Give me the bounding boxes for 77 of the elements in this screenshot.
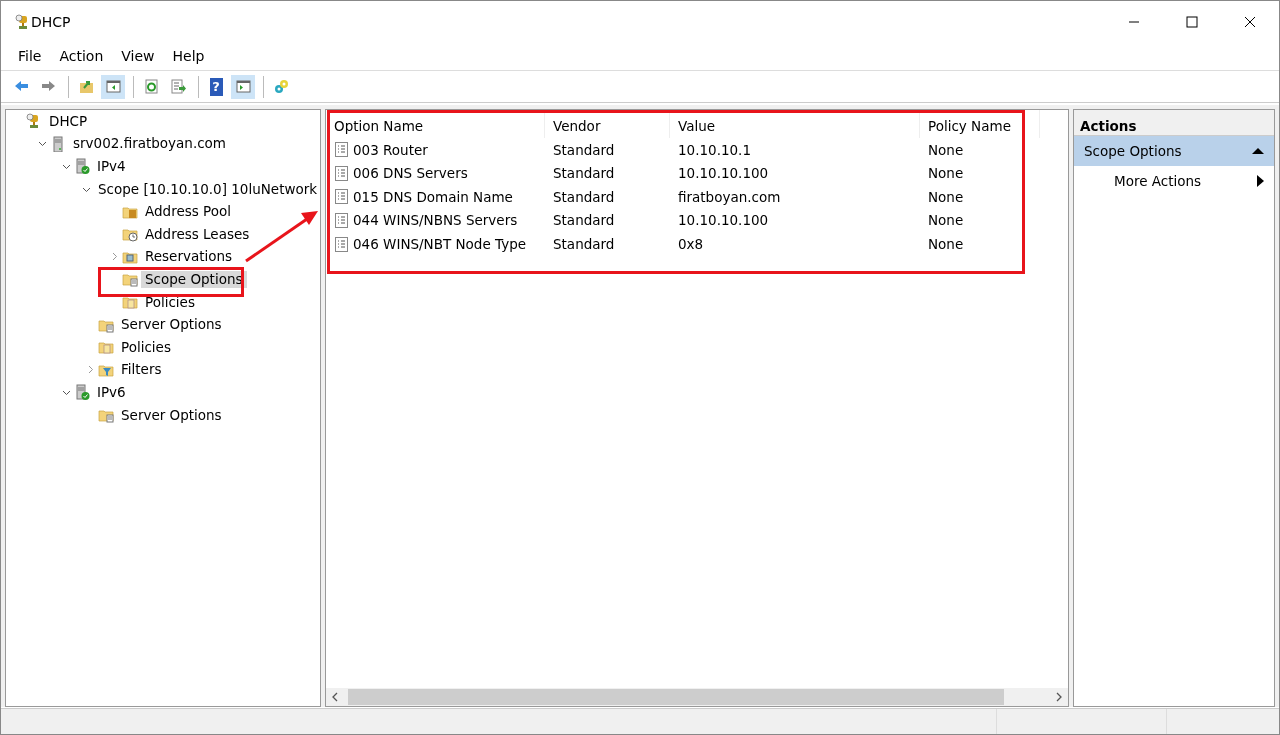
tree-item[interactable]: Policies [141, 293, 199, 311]
table-cell-text: Standard [553, 211, 615, 231]
table-cell-text: None [928, 187, 964, 207]
column-header[interactable]: Policy Name [920, 110, 1040, 138]
tree-item[interactable]: Policies [117, 338, 175, 356]
tree-item[interactable]: Server Options [117, 316, 226, 334]
table-cell-text: 046 WINS/NBT Node Type [353, 235, 527, 255]
action-item[interactable]: More Actions [1074, 166, 1274, 196]
submenu-triangle-icon [1257, 175, 1264, 187]
export-list-icon [169, 78, 187, 95]
folder-up-icon [77, 78, 95, 95]
table-cell-text: Standard [553, 164, 615, 184]
server-check-icon [74, 158, 90, 175]
table-cell-text: 044 WINS/NBNS Servers [353, 211, 518, 231]
tree-item[interactable]: Scope Options [141, 270, 247, 288]
folder-clock-icon [122, 226, 138, 243]
help-button[interactable]: ? [204, 74, 228, 99]
table-cell-text: None [928, 235, 964, 255]
table-cell-text: 10.10.10.100 [678, 164, 769, 184]
document-list-icon [334, 188, 349, 206]
actions-header: Actions [1074, 110, 1274, 136]
folder-list-icon [98, 407, 114, 423]
table-cell-text: firatboyan.com [678, 187, 781, 207]
tree-item[interactable]: IPv4 [93, 158, 130, 175]
tree-item[interactable]: Filters [117, 361, 166, 379]
table-cell-text: Standard [553, 235, 615, 255]
collapse-chevron-icon[interactable] [37, 139, 47, 149]
menu-item[interactable]: Action [50, 46, 113, 67]
document-list-icon [334, 141, 349, 159]
action-section[interactable]: Scope Options [1074, 136, 1274, 166]
menu-item[interactable]: View [112, 46, 164, 67]
document-list-icon [334, 212, 349, 230]
table-cell-text: None [928, 140, 964, 160]
refresh-icon [142, 78, 160, 95]
document-list-icon [334, 164, 349, 182]
server-check-icon [74, 384, 90, 401]
window-title: DHCP [31, 12, 72, 32]
table-cell-text: 10.10.10.1 [678, 140, 751, 160]
tree-item[interactable]: Scope [10.10.10.0] 10luNetwork [94, 180, 322, 198]
folder-page-icon [98, 339, 114, 356]
table-cell-text: 0x8 [678, 235, 704, 255]
gears-icon [272, 78, 290, 95]
maximize-icon [1186, 16, 1198, 28]
column-header[interactable]: Vendor [545, 110, 670, 138]
document-list-icon [334, 235, 349, 253]
show-action-pane-icon [234, 78, 252, 95]
folder-page-icon [122, 294, 138, 311]
menu-item[interactable]: File [9, 46, 51, 67]
column-header[interactable]: Option Name [326, 110, 545, 138]
table-cell-text: None [928, 211, 964, 231]
table-cell-text: Standard [553, 187, 615, 207]
table-cell-text: 003 Router [353, 140, 428, 160]
server-icon [50, 135, 66, 152]
menu-item[interactable]: Help [163, 46, 214, 67]
tree-item[interactable]: Server Options [117, 406, 226, 424]
scrollbar-thumb[interactable] [348, 689, 1004, 705]
table-cell-text: 006 DNS Servers [353, 164, 468, 184]
collapse-triangle-icon[interactable] [1252, 147, 1264, 155]
horizontal-scrollbar[interactable] [326, 688, 1068, 706]
close-icon [1244, 16, 1256, 28]
collapse-chevron-icon[interactable] [61, 162, 71, 171]
tree-item[interactable]: IPv6 [93, 383, 130, 401]
show-action-pane-button[interactable] [231, 74, 255, 99]
column-header[interactable]: Value [670, 110, 920, 138]
section-title: Scope Options [1084, 141, 1182, 161]
table-cell-text: 015 DNS Domain Name [353, 187, 513, 207]
show-tree-button[interactable] [101, 74, 125, 99]
show-tree-icon [104, 78, 122, 95]
tree-item[interactable]: Reservations [141, 248, 237, 266]
folder-list-icon [122, 271, 138, 288]
tree-item[interactable]: DHCP [45, 112, 92, 130]
tree-item[interactable]: Address Leases [141, 225, 254, 243]
table-cell-text: Standard [553, 140, 615, 160]
table-cell-text: None [928, 164, 964, 184]
tree-item[interactable]: srv002.firatboyan.com [69, 135, 231, 153]
table-cell-text: 10.10.10.100 [678, 211, 769, 231]
tree-item[interactable]: Address Pool [141, 203, 235, 221]
